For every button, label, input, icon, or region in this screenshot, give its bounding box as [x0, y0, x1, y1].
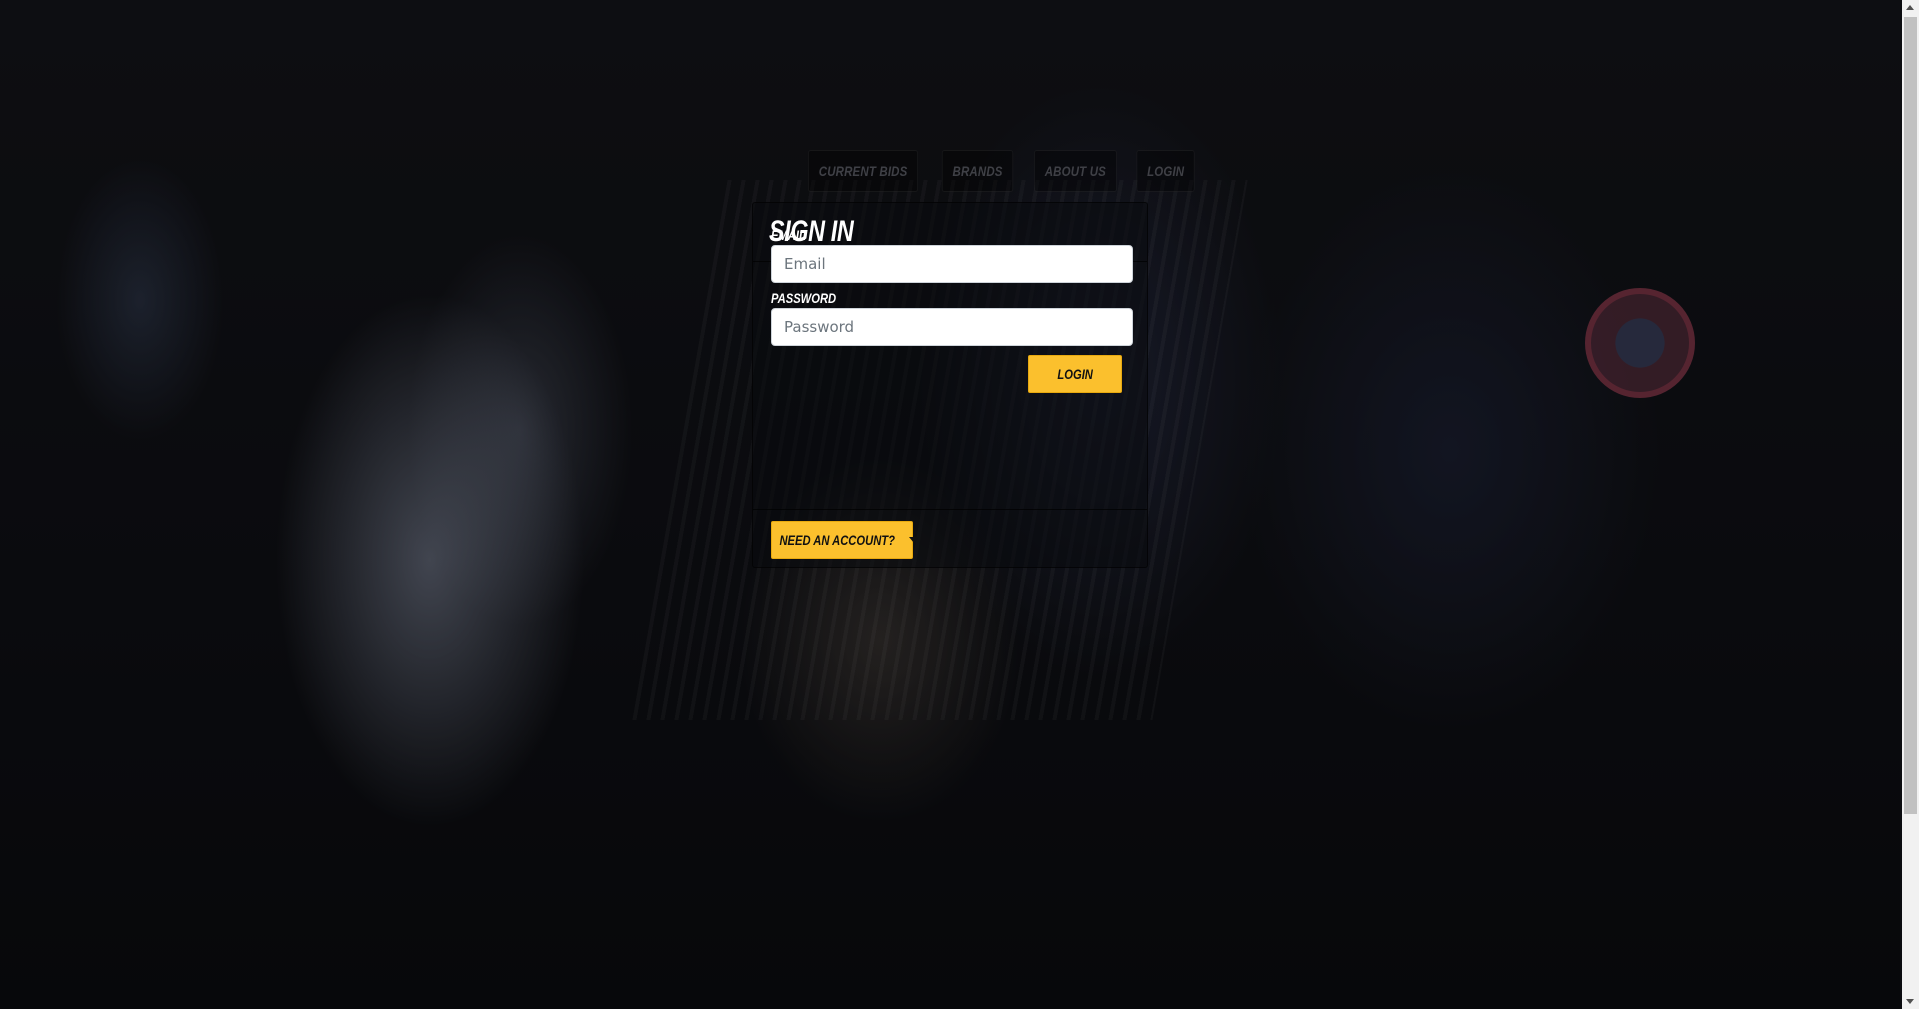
- scroll-up-arrow-icon[interactable]: [1906, 5, 1914, 10]
- need-account-button-label: Need an account?: [779, 532, 895, 548]
- password-field[interactable]: [771, 308, 1133, 346]
- login-button-label: Login: [1057, 366, 1093, 382]
- nav-item-about-us[interactable]: About Us: [1034, 150, 1117, 192]
- scrollbar-thumb[interactable]: [1904, 17, 1917, 814]
- email-field[interactable]: [771, 245, 1133, 283]
- nav-item-brands[interactable]: Brands: [942, 150, 1014, 192]
- need-account-button[interactable]: Need an account?: [771, 521, 920, 559]
- nav-item-login[interactable]: Login: [1136, 150, 1195, 192]
- page-scrollbar[interactable]: [1902, 0, 1919, 1009]
- email-label: Email: [771, 227, 806, 243]
- caret-down-icon: [909, 537, 920, 543]
- login-page: Current Bids Brands About Us Login Sign …: [0, 0, 1919, 1009]
- sign-in-card: Sign In Email Password Login Need an acc…: [752, 202, 1148, 568]
- main-nav: Current Bids Brands About Us Login: [796, 150, 1201, 192]
- nav-item-current-bids[interactable]: Current Bids: [808, 150, 919, 192]
- scroll-down-arrow-icon[interactable]: [1906, 999, 1914, 1004]
- login-button[interactable]: Login: [1028, 355, 1122, 393]
- password-label: Password: [771, 290, 837, 306]
